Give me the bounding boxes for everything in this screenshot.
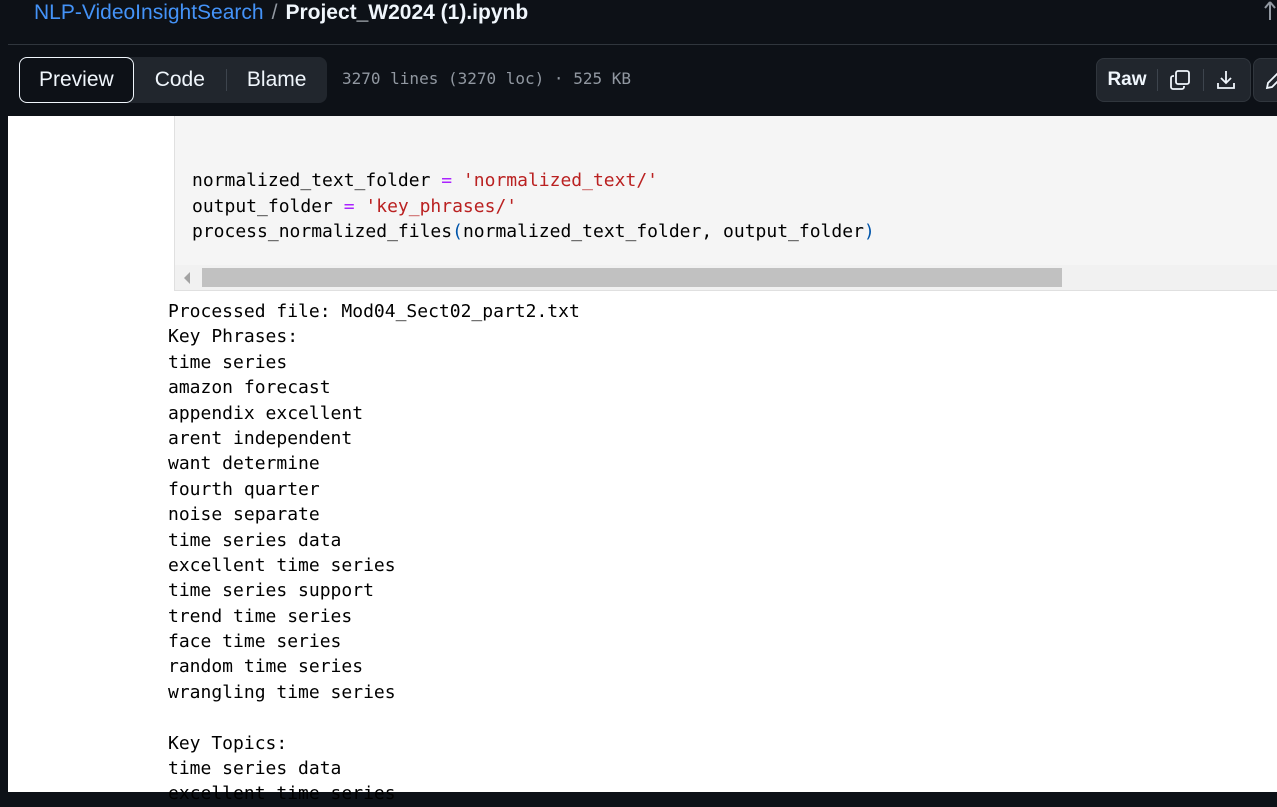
left-edge xyxy=(0,0,8,792)
code-token-operator: = xyxy=(343,195,355,217)
tab-blame[interactable]: Blame xyxy=(225,57,328,103)
tab-blame-label: Blame xyxy=(246,68,307,91)
output-line: amazon forecast xyxy=(168,377,331,399)
code-token-string: 'normalized_text/' xyxy=(452,170,658,191)
pencil-icon xyxy=(1265,72,1277,90)
horizontal-scrollbar[interactable] xyxy=(175,265,1277,290)
breadcrumb-file-name: Project_W2024 (1).ipynb xyxy=(285,1,529,24)
tab-code[interactable]: Code xyxy=(134,57,226,103)
output-line: fourth quarter xyxy=(168,478,320,500)
output-line: arent independent xyxy=(168,427,353,449)
breadcrumb-repo-link[interactable]: NLP-VideoInsightSearch xyxy=(34,1,264,25)
output-line: time series support xyxy=(168,580,374,602)
output-line: want determine xyxy=(168,453,320,475)
breadcrumb-separator: / xyxy=(271,1,278,24)
arrow-up-icon[interactable] xyxy=(1263,0,1277,20)
scroll-left-arrow-icon[interactable] xyxy=(184,272,190,284)
file-actions: Raw xyxy=(1096,58,1251,102)
output-line: time series xyxy=(168,351,288,373)
raw-button[interactable]: Raw xyxy=(1097,59,1157,101)
output-line: random time series xyxy=(168,656,364,678)
code-token-string: 'key_phrases/' xyxy=(354,195,518,217)
file-info: 3270 lines (3270 loc) · 525 KB xyxy=(342,69,631,88)
code-line: output_folder = 'key_phrases/' xyxy=(192,196,517,217)
tab-code-label: Code xyxy=(154,68,205,91)
code-token-paren: ) xyxy=(863,221,875,242)
output-line: Key Phrases: xyxy=(168,326,299,348)
code-token-args: normalized_text_folder, output_folder xyxy=(462,221,864,242)
code-line: process_normalized_files(normalized_text… xyxy=(192,221,875,242)
output-line: trend time series xyxy=(168,605,353,627)
output-line: wrangling time series xyxy=(168,681,396,703)
code-token-function: process_normalized_files xyxy=(192,221,453,242)
code-token-paren: ( xyxy=(452,221,463,242)
tab-preview[interactable]: Preview xyxy=(19,57,134,103)
code-line: normalized_text_folder = 'normalized_tex… xyxy=(192,170,658,191)
output-line: appendix excellent xyxy=(168,402,364,424)
code-token-operator: = xyxy=(441,170,453,191)
copy-icon xyxy=(1170,70,1190,90)
header-divider xyxy=(8,44,1277,45)
copy-button[interactable] xyxy=(1157,59,1203,101)
notebook-preview: normalized_text_folder = 'normalized_tex… xyxy=(8,116,1277,804)
output-line: face time series xyxy=(168,631,342,653)
code-cell-source: normalized_text_folder = 'normalized_tex… xyxy=(192,168,875,245)
code-token-variable: normalized_text_folder xyxy=(192,170,442,191)
cell-output: Processed file: Mod04_Sect02_part2.txt K… xyxy=(168,299,580,807)
output-line: time series data xyxy=(168,529,342,551)
file-header: NLP-VideoInsightSearch / Project_W2024 (… xyxy=(8,0,1277,116)
scrollbar-thumb[interactable] xyxy=(202,268,1062,287)
edit-button[interactable] xyxy=(1253,58,1277,102)
output-line: noise separate xyxy=(168,504,320,526)
view-mode-toggle: Preview Code Blame xyxy=(19,57,328,103)
tab-preview-label: Preview xyxy=(39,68,114,91)
output-line: excellent time series xyxy=(168,554,396,576)
output-line: excellent time series xyxy=(168,783,396,805)
download-icon xyxy=(1217,71,1235,89)
breadcrumb: NLP-VideoInsightSearch / Project_W2024 (… xyxy=(34,0,528,26)
code-cell: normalized_text_folder = 'normalized_tex… xyxy=(174,116,1277,291)
output-line: Processed file: Mod04_Sect02_part2.txt xyxy=(168,301,580,322)
output-line: Key Topics: xyxy=(168,732,288,754)
code-token-variable: output_folder xyxy=(192,195,344,217)
output-line: time series data xyxy=(168,758,342,780)
download-button[interactable] xyxy=(1203,59,1249,101)
